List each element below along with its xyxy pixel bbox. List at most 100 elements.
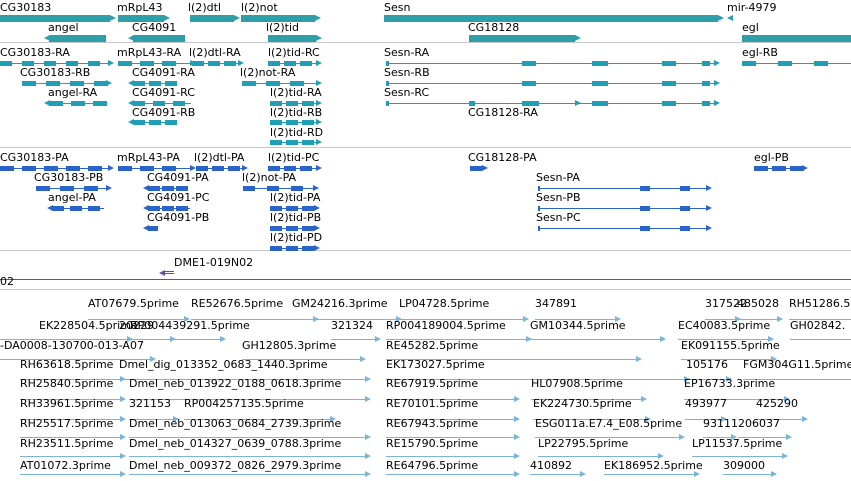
- forward-strand-arrow-icon: [771, 471, 777, 477]
- feature-block: [133, 35, 185, 42]
- feature-label: 105176: [686, 358, 728, 371]
- feature-label: FGM304G11.5prime: [743, 358, 851, 371]
- exon-block: [46, 80, 60, 86]
- exon-block: [772, 165, 786, 171]
- feature-label: l(2)tid-RA: [270, 86, 322, 99]
- exon-block: [662, 100, 676, 106]
- exon-block: [0, 60, 12, 66]
- feature-label: 321324: [331, 319, 373, 332]
- forward-strand-arrow-icon: [365, 396, 371, 402]
- exon-block: [164, 270, 174, 272]
- exon-block: [814, 60, 828, 66]
- feature-label: CG18128-RA: [468, 106, 538, 119]
- forward-strand-arrow-icon: [120, 416, 126, 422]
- forward-strand-arrow-icon: [315, 15, 321, 21]
- feature-label: CG30183-PB: [34, 171, 104, 184]
- feature-line: [469, 103, 575, 104]
- feature-label: RE52676.5prime: [191, 297, 284, 310]
- exon-block: [302, 245, 314, 251]
- feature-block: [742, 35, 851, 42]
- feature-label: Sesn-RA: [384, 46, 430, 59]
- forward-strand-arrow-icon: [575, 35, 581, 41]
- reverse-strand-arrow-icon: [44, 100, 50, 106]
- exon-block: [162, 165, 176, 171]
- feature-label: angel-RA: [48, 86, 98, 99]
- exon-block: [286, 225, 298, 231]
- feature-label: 93111: [703, 417, 738, 430]
- exon-block: [133, 80, 145, 86]
- feature-block: [268, 35, 316, 42]
- exon-block: [196, 165, 208, 171]
- exon-block: [88, 60, 100, 66]
- forward-strand-arrow-icon: [802, 165, 808, 171]
- genome-browser-view[interactable]: CG30183 mRpL43 l(2)dtl l(2)not Sesn mir-4979 a…: [0, 0, 851, 481]
- track-separator: [0, 250, 851, 251]
- exon-block: [286, 245, 298, 251]
- feature-label: RE67919.5prime: [386, 377, 479, 390]
- feature-label: RP004439291.5prime: [130, 319, 250, 332]
- feature-label: l(2)tid-RC: [268, 46, 320, 59]
- exon-block: [118, 60, 132, 66]
- exon-block: [36, 185, 50, 191]
- feature-label: RE67943.5prime: [386, 417, 479, 430]
- feature-label: Sesn-RC: [384, 86, 430, 99]
- feature-label: RH23511.5prime: [20, 437, 114, 450]
- forward-strand-arrow-icon: [106, 80, 112, 86]
- feature-label: CG4091-RB: [132, 106, 196, 119]
- exon-block: [84, 185, 98, 191]
- forward-strand-arrow-icon: [316, 139, 322, 145]
- exon-block: [60, 185, 74, 191]
- feature-label: 309000: [723, 459, 765, 472]
- exon-block: [140, 165, 154, 171]
- exon-block: [290, 80, 304, 86]
- feature-label: CG4091-PB: [147, 211, 210, 224]
- feature-label: l(2)tid-PB: [270, 211, 322, 224]
- feature-label: mRpL43-PA: [117, 151, 180, 164]
- feature-label: Dmel_neb_013922_0188_0618.3prime: [129, 377, 342, 390]
- feature-label: egl: [742, 21, 759, 34]
- feature-label: l(2)tid-RD: [270, 126, 324, 139]
- forward-strand-arrow-icon: [714, 60, 720, 66]
- feature-label: LP22795.5prime: [538, 437, 629, 450]
- exon-block: [662, 60, 676, 66]
- feature-label: 321153: [129, 397, 171, 410]
- forward-strand-arrow-icon: [714, 100, 720, 106]
- exon-block: [778, 60, 792, 66]
- exon-block: [270, 100, 282, 106]
- forward-strand-arrow-icon: [120, 471, 126, 477]
- feature-label: RE45282.5prime: [386, 339, 479, 352]
- forward-strand-arrow-icon: [120, 434, 126, 440]
- exon-block: [173, 100, 185, 106]
- forward-strand-arrow-icon: [220, 336, 226, 342]
- exon-block: [286, 139, 298, 145]
- feature-label: AT07679.5prime: [88, 297, 179, 310]
- feature-block: [469, 35, 575, 42]
- feature-label: CG30183-RA: [0, 46, 70, 59]
- feature-label: GM10344.5prime: [530, 319, 626, 332]
- feature-label: Dmel_neb_009372_0826_2979.3prime: [129, 459, 342, 472]
- forward-strand-arrow-icon: [234, 15, 240, 21]
- feature-label: GH12805.3prime: [242, 339, 337, 352]
- reverse-strand-arrow-icon: [727, 15, 733, 21]
- exon-block: [302, 225, 314, 231]
- forward-strand-arrow-icon: [314, 245, 320, 251]
- feature-label: AT01072.3prime: [20, 459, 111, 472]
- forward-strand-arrow-icon: [316, 35, 322, 41]
- exon-block: [176, 205, 188, 211]
- feature-label: CG30183: [0, 1, 52, 14]
- reverse-strand-arrow-icon: [159, 270, 165, 276]
- forward-strand-arrow-icon: [523, 316, 529, 322]
- feature-label: LP11537.5prime: [692, 437, 783, 450]
- exon-block: [176, 185, 188, 191]
- feature-label: Sesn-RB: [384, 66, 430, 79]
- feature-label: CG4091-PA: [147, 171, 209, 184]
- feature-line: [386, 474, 514, 475]
- forward-strand-arrow-icon: [802, 416, 808, 422]
- forward-strand-arrow-icon: [365, 471, 371, 477]
- feature-label: CG18128: [468, 21, 520, 34]
- exon-block: [270, 225, 282, 231]
- exon-block: [270, 205, 282, 211]
- exon-block: [640, 185, 650, 191]
- exon-block: [212, 165, 224, 171]
- exon-block: [148, 185, 160, 191]
